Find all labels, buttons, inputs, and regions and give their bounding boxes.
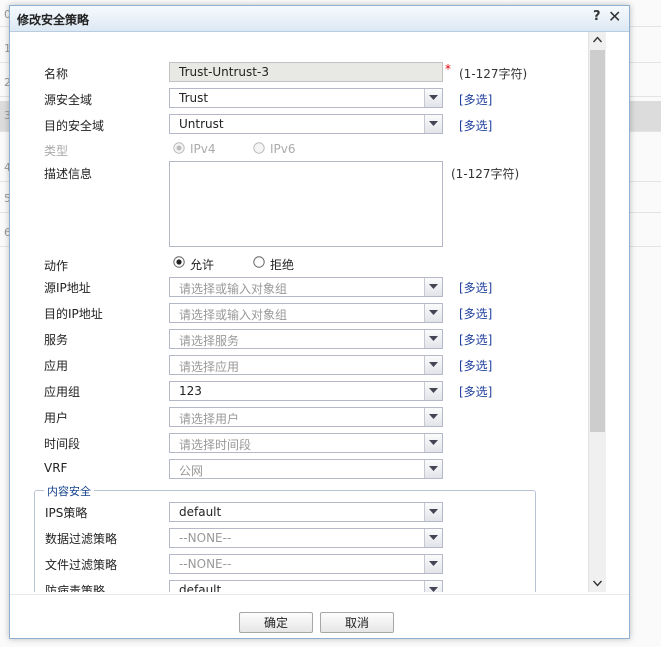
dst-ip-label: 目的IP地址: [44, 307, 103, 321]
cancel-button[interactable]: 取消: [320, 612, 394, 633]
ipv6-radio[interactable]: [253, 142, 265, 154]
name-label: 名称: [44, 67, 69, 81]
chevron-down-icon[interactable]: [424, 89, 442, 107]
dst-ip-placeholder: 请选择或输入对象组: [179, 308, 288, 322]
application-label: 应用: [44, 359, 69, 373]
ips-label: IPS策略: [45, 506, 88, 520]
action-permit-label: 允许: [190, 258, 215, 272]
src-zone-value: Trust: [179, 91, 209, 105]
user-placeholder: 请选择用户: [179, 412, 240, 426]
antivirus-combo[interactable]: default: [169, 580, 443, 592]
application-placeholder: 请选择应用: [179, 360, 240, 374]
src-ip-combo[interactable]: 请选择或输入对象组: [169, 277, 443, 297]
ipv4-radio[interactable]: [173, 142, 185, 154]
chevron-down-icon[interactable]: [424, 460, 442, 478]
src-zone-label: 源安全域: [44, 93, 93, 107]
service-multi-link[interactable]: [多选]: [459, 331, 492, 348]
chevron-down-icon[interactable]: [424, 434, 442, 452]
help-icon[interactable]: ?: [593, 9, 601, 24]
file-filter-label: 文件过滤策略: [45, 558, 118, 572]
description-length-hint: (1-127字符): [451, 167, 520, 181]
description-label: 描述信息: [44, 167, 93, 181]
action-deny-label: 拒绝: [270, 258, 295, 272]
dst-ip-multi-link[interactable]: [多选]: [459, 305, 492, 322]
chevron-down-icon[interactable]: [424, 278, 442, 296]
file-filter-value: --NONE--: [179, 557, 232, 571]
src-zone-combo[interactable]: Trust: [169, 88, 443, 108]
chevron-down-icon[interactable]: [424, 382, 442, 400]
vrf-combo[interactable]: 公网: [169, 459, 443, 479]
time-range-label: 时间段: [44, 437, 81, 451]
dst-zone-combo[interactable]: Untrust: [169, 114, 443, 134]
action-label: 动作: [44, 259, 69, 273]
dialog-body: 名称 Trust-Untrust-3 * (1-127字符) 源安全域 Trus…: [10, 32, 629, 592]
vrf-placeholder: 公网: [179, 464, 204, 478]
time-range-combo[interactable]: 请选择时间段: [169, 433, 443, 453]
chevron-down-icon[interactable]: [424, 356, 442, 374]
app-group-value: 123: [179, 384, 202, 398]
chevron-down-icon[interactable]: [424, 529, 442, 547]
chevron-down-icon[interactable]: [424, 115, 442, 133]
service-placeholder: 请选择服务: [179, 334, 240, 348]
chevron-down-icon[interactable]: [424, 304, 442, 322]
src-ip-multi-link[interactable]: [多选]: [459, 279, 492, 296]
service-label: 服务: [44, 333, 69, 347]
ipv6-label: IPv6: [270, 142, 296, 156]
data-filter-combo[interactable]: --NONE--: [169, 528, 443, 548]
user-combo[interactable]: 请选择用户: [169, 407, 443, 427]
ips-combo[interactable]: default: [169, 502, 443, 522]
scroll-up-icon[interactable]: [593, 36, 602, 43]
antivirus-label: 防病毒策略: [45, 584, 106, 592]
dst-zone-multi-link[interactable]: [多选]: [459, 117, 492, 134]
chevron-down-icon[interactable]: [424, 555, 442, 573]
description-textarea[interactable]: [169, 161, 443, 247]
time-range-placeholder: 请选择时间段: [179, 438, 252, 452]
data-filter-value: --NONE--: [179, 531, 232, 545]
type-label: 类型: [44, 144, 69, 158]
footer-divider: [10, 594, 629, 595]
dst-ip-combo[interactable]: 请选择或输入对象组: [169, 303, 443, 323]
ok-button[interactable]: 确定: [239, 612, 313, 633]
app-group-combo[interactable]: 123: [169, 381, 443, 401]
name-value: Trust-Untrust-3: [179, 65, 269, 79]
application-combo[interactable]: 请选择应用: [169, 355, 443, 375]
src-ip-label: 源IP地址: [44, 281, 91, 295]
dialog-titlebar[interactable]: 修改安全策略 ? ✕: [10, 6, 629, 32]
content-security-legend: 内容安全: [44, 483, 94, 499]
vrf-label: VRF: [44, 461, 68, 475]
dst-zone-label: 目的安全域: [44, 119, 105, 133]
chevron-down-icon[interactable]: [424, 503, 442, 521]
name-length-hint: (1-127字符): [459, 67, 528, 81]
scroll-down-icon[interactable]: [593, 580, 602, 587]
app-group-multi-link[interactable]: [多选]: [459, 383, 492, 400]
application-multi-link[interactable]: [多选]: [459, 357, 492, 374]
required-mark: *: [445, 62, 451, 76]
chevron-down-icon[interactable]: [424, 581, 442, 592]
src-zone-multi-link[interactable]: [多选]: [459, 91, 492, 108]
ips-value: default: [179, 505, 222, 519]
ipv4-label: IPv4: [190, 142, 216, 156]
src-ip-placeholder: 请选择或输入对象组: [179, 282, 288, 296]
action-deny-radio[interactable]: [253, 256, 265, 268]
dialog-title: 修改安全策略: [17, 13, 90, 27]
user-label: 用户: [44, 411, 69, 425]
service-combo[interactable]: 请选择服务: [169, 329, 443, 349]
name-field[interactable]: Trust-Untrust-3: [169, 62, 443, 82]
action-permit-radio[interactable]: [173, 256, 185, 268]
edit-security-policy-dialog: 修改安全策略 ? ✕ 名称 Trust-Untrust-3 * (1-127字符…: [9, 5, 630, 639]
file-filter-combo[interactable]: --NONE--: [169, 554, 443, 574]
scrollbar-thumb[interactable]: [590, 50, 605, 432]
chevron-down-icon[interactable]: [424, 408, 442, 426]
vertical-scrollbar[interactable]: [588, 32, 606, 592]
dst-zone-value: Untrust: [179, 117, 224, 131]
data-filter-label: 数据过滤策略: [45, 532, 118, 546]
app-group-label: 应用组: [44, 385, 81, 399]
chevron-down-icon[interactable]: [424, 330, 442, 348]
close-icon[interactable]: ✕: [608, 7, 621, 26]
antivirus-value: default: [179, 583, 222, 592]
